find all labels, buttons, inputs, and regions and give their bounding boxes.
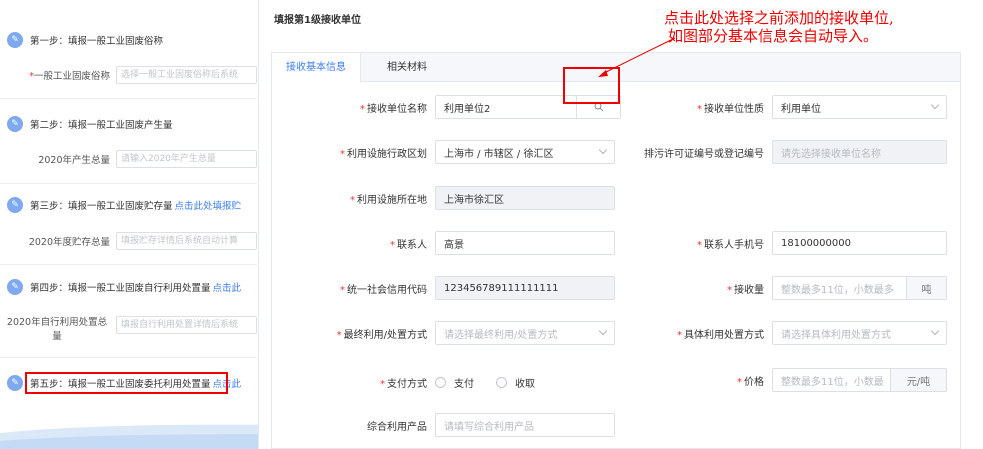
specific-method-label: * 具体利用处置方式 xyxy=(677,329,764,341)
receive-qty-label: * 接收量 xyxy=(727,284,764,296)
final-method-select[interactable]: 请选择最终利用/处置方式 xyxy=(435,321,615,345)
divider xyxy=(0,264,257,265)
final-method-placeholder: 请选择最终利用/处置方式 xyxy=(444,329,558,341)
self-disposal-total-label: 2020年自行利用处置总量 xyxy=(6,317,108,342)
specific-method-placeholder: 请选择具体利用处置方式 xyxy=(781,329,891,341)
self-disposal-total-row: 2020年自行利用处置总量 填报自行利用处置详情后系统 xyxy=(0,316,257,346)
annotation-line-2: 如图部分基本信息会自动导入。 xyxy=(668,27,879,45)
production-total-row: 2020年产生总量 请输入2020年产生总量 xyxy=(0,150,257,168)
location-field: * 利用设施所在地 上海市徐汇区 xyxy=(319,186,615,210)
credit-code-label: * 统一社会信用代码 xyxy=(340,284,427,296)
phone-input[interactable]: 18100000000 xyxy=(772,231,947,255)
pen-icon: ✎ xyxy=(7,197,23,213)
step-5-highlight-box xyxy=(25,372,228,394)
radio-circle xyxy=(435,376,446,388)
credit-code-input: 123456789111111111 xyxy=(435,276,615,300)
step-1-title: 第一步：填报一般工业固废俗称 xyxy=(30,36,164,47)
payment-field: * 支付方式 支付 收取 xyxy=(319,370,557,394)
radio-pay-label: 支付 xyxy=(454,378,474,390)
production-total-input[interactable]: 请输入2020年产生总量 xyxy=(116,150,257,168)
contact-label: * 联系人 xyxy=(390,239,427,251)
step-3-fill-link[interactable]: 点击此处填报贮 xyxy=(175,198,242,212)
unit-nature-value: 利用单位 xyxy=(781,103,821,115)
unit-yuan-per-ton-suffix: 元/吨 xyxy=(890,369,946,391)
final-method-label: * 最终利用/处置方式 xyxy=(336,329,427,341)
unit-nature-label: * 接收单位性质 xyxy=(697,103,764,115)
location-input: 上海市徐汇区 xyxy=(435,186,615,210)
product-input[interactable]: 请填写综合利用产品 xyxy=(435,413,615,437)
radio-receive-label: 收取 xyxy=(515,378,535,390)
search-button-highlight-box xyxy=(563,67,620,104)
permit-no-label: 排污许可证编号或登记编号 xyxy=(644,148,764,160)
radio-circle xyxy=(496,376,507,388)
step-4-title: 第四步：填报一般工业固废自行利用处置量 xyxy=(30,283,211,294)
location-label: * 利用设施所在地 xyxy=(350,194,427,206)
self-disposal-total-input: 填报自行利用处置详情后系统 xyxy=(116,316,257,334)
contact-field: * 联系人 高景 xyxy=(319,231,615,255)
unit-name-label: * 接收单位名称 xyxy=(360,103,427,115)
divider xyxy=(0,98,257,99)
step-3-title: 第三步：填报一般工业固废贮存量 xyxy=(30,201,173,212)
step-2: ✎ 第二步：填报一般工业固废产生量 xyxy=(0,110,257,138)
phone-field: * 联系人手机号 18100000000 xyxy=(652,231,947,255)
price-field: * 价格 整数最多11位，小数最 元/吨 xyxy=(652,368,947,392)
chevron-down-icon xyxy=(598,326,608,336)
storage-total-input: 填报贮存详情后系统自动计算 xyxy=(116,232,257,250)
price-label: * 价格 xyxy=(737,376,764,388)
region-field: * 利用设施行政区划 上海市 / 市辖区 / 徐汇区 xyxy=(319,140,615,164)
unit-ton-suffix: 吨 xyxy=(906,277,946,299)
divider xyxy=(0,357,257,358)
chevron-down-icon xyxy=(930,100,940,110)
tab-related-materials[interactable]: 相关材料 xyxy=(373,53,441,82)
price-placeholder: 整数最多11位，小数最 xyxy=(781,376,884,388)
product-label: 综合利用产品 xyxy=(367,421,427,433)
step-1: ✎ 第一步：填报一般工业固废俗称 xyxy=(0,26,257,54)
common-name-label-text: 一般工业固废俗称 xyxy=(33,71,110,82)
storage-total-row: 2020年度贮存总量 填报贮存详情后系统自动计算 xyxy=(0,232,257,250)
step-4: ✎ 第四步：填报一般工业固废自行利用处置量 点击此 xyxy=(0,273,257,301)
common-name-row: *一般工业固废俗称 选择一般工业固废俗称后系统 xyxy=(0,66,257,84)
pen-icon: ✎ xyxy=(7,375,23,391)
payment-label: * 支付方式 xyxy=(380,378,427,390)
credit-code-field: * 统一社会信用代码 123456789111111111 xyxy=(319,276,615,300)
contact-input[interactable]: 高景 xyxy=(435,231,615,255)
chevron-down-icon xyxy=(598,145,608,155)
permit-no-field: 排污许可证编号或登记编号 请先选择接收单位名称 xyxy=(622,140,947,164)
common-name-label: *一般工业固废俗称 xyxy=(0,68,116,82)
permit-no-input: 请先选择接收单位名称 xyxy=(772,140,947,164)
production-total-label: 2020年产生总量 xyxy=(38,155,110,166)
tab-basic-info[interactable]: 接收基本信息 xyxy=(272,53,361,83)
storage-total-label: 2020年度贮存总量 xyxy=(28,237,110,248)
final-method-field: * 最终利用/处置方式 请选择最终利用/处置方式 xyxy=(319,321,615,345)
common-name-select[interactable]: 选择一般工业固废俗称后系统 xyxy=(116,66,257,84)
pen-icon: ✎ xyxy=(7,32,23,48)
divider xyxy=(0,183,257,184)
receive-qty-input[interactable]: 整数最多11位，小数最多 吨 xyxy=(772,276,947,300)
payment-radio-pay[interactable]: 支付 xyxy=(435,375,474,390)
chevron-down-icon xyxy=(930,326,940,336)
unit-nature-select[interactable]: 利用单位 xyxy=(772,95,947,119)
annotation-note: 点击此处选择之前添加的接收单位, 如图部分基本信息会自动导入。 xyxy=(664,9,983,45)
pen-icon: ✎ xyxy=(7,279,23,295)
region-cascader[interactable]: 上海市 / 市辖区 / 徐汇区 xyxy=(435,140,615,164)
annotation-line-1: 点击此处选择之前添加的接收单位, xyxy=(664,9,894,27)
receiver-dialog: 填报第1级接收单位 接收基本信息 相关材料 * 接收单位名称 利用单位2 * 接收单… xyxy=(258,0,983,449)
payment-radio-receive[interactable]: 收取 xyxy=(496,375,535,390)
dialog-title: 填报第1级接收单位 xyxy=(274,15,361,26)
region-value: 上海市 / 市辖区 / 徐汇区 xyxy=(444,148,554,160)
product-field: 综合利用产品 请填写综合利用产品 xyxy=(319,413,615,437)
price-input[interactable]: 整数最多11位，小数最 元/吨 xyxy=(772,368,947,392)
step-2-title: 第二步：填报一般工业固废产生量 xyxy=(30,120,173,131)
step-4-fill-link[interactable]: 点击此 xyxy=(213,280,242,294)
receive-qty-placeholder: 整数最多11位，小数最多 xyxy=(781,284,894,296)
step-3: ✎ 第三步：填报一般工业固废贮存量 点击此处填报贮 xyxy=(0,191,257,219)
specific-method-select[interactable]: 请选择具体利用处置方式 xyxy=(772,321,947,345)
region-label: * 利用设施行政区划 xyxy=(340,148,427,160)
unit-name-value: 利用单位2 xyxy=(444,103,491,115)
pen-icon: ✎ xyxy=(7,116,23,132)
phone-label: * 联系人手机号 xyxy=(697,239,764,251)
specific-method-field: * 具体利用处置方式 请选择具体利用处置方式 xyxy=(652,321,947,345)
receive-qty-field: * 接收量 整数最多11位，小数最多 吨 xyxy=(652,276,947,300)
unit-nature-field: * 接收单位性质 利用单位 xyxy=(652,95,947,119)
